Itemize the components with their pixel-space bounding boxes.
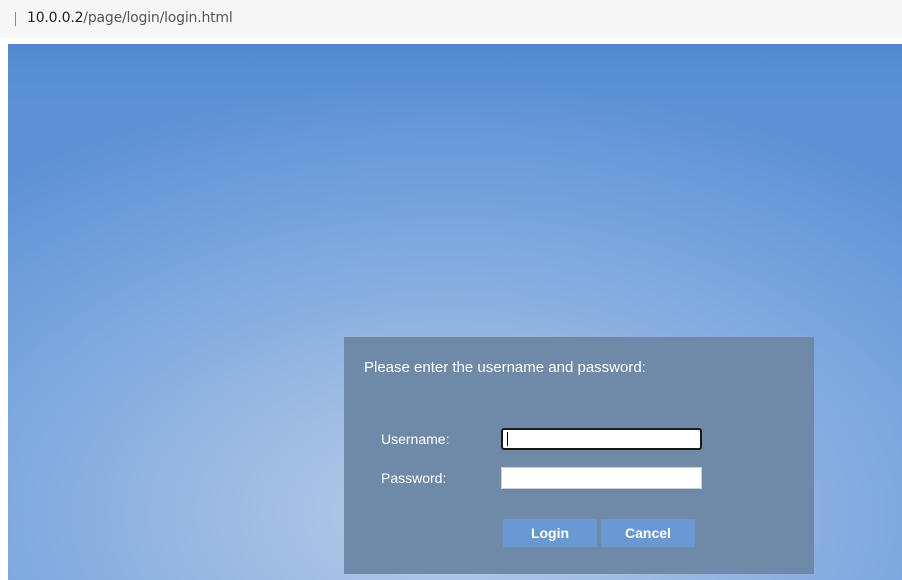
login-button[interactable]: Login: [503, 519, 597, 547]
login-panel: Please enter the username and password: …: [344, 337, 814, 574]
address-bar-divider: [15, 12, 16, 26]
url-host: 10.0.0.2: [27, 10, 84, 26]
cancel-button[interactable]: Cancel: [601, 519, 695, 547]
address-bar[interactable]: 10.0.0.2/page/login/login.html: [0, 0, 902, 38]
password-input[interactable]: [501, 467, 702, 489]
text-caret: [507, 432, 508, 446]
password-label: Password:: [381, 470, 447, 486]
login-prompt: Please enter the username and password:: [364, 359, 646, 376]
page-top-shade: [8, 44, 902, 104]
username-label: Username:: [381, 431, 450, 447]
url-text[interactable]: 10.0.0.2/page/login/login.html: [27, 10, 233, 26]
url-path: /page/login/login.html: [83, 10, 233, 26]
username-input[interactable]: [501, 428, 702, 450]
